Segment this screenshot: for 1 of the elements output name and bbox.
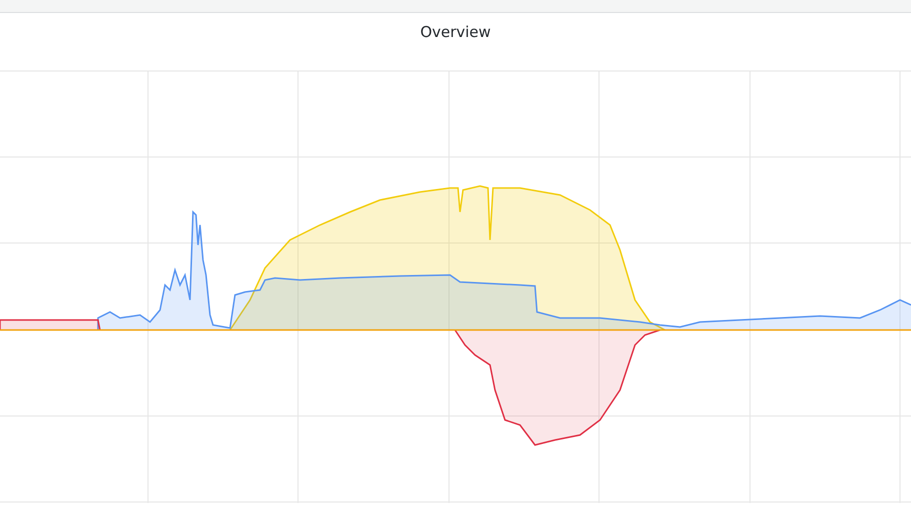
panel-title: Overview — [419, 22, 492, 42]
